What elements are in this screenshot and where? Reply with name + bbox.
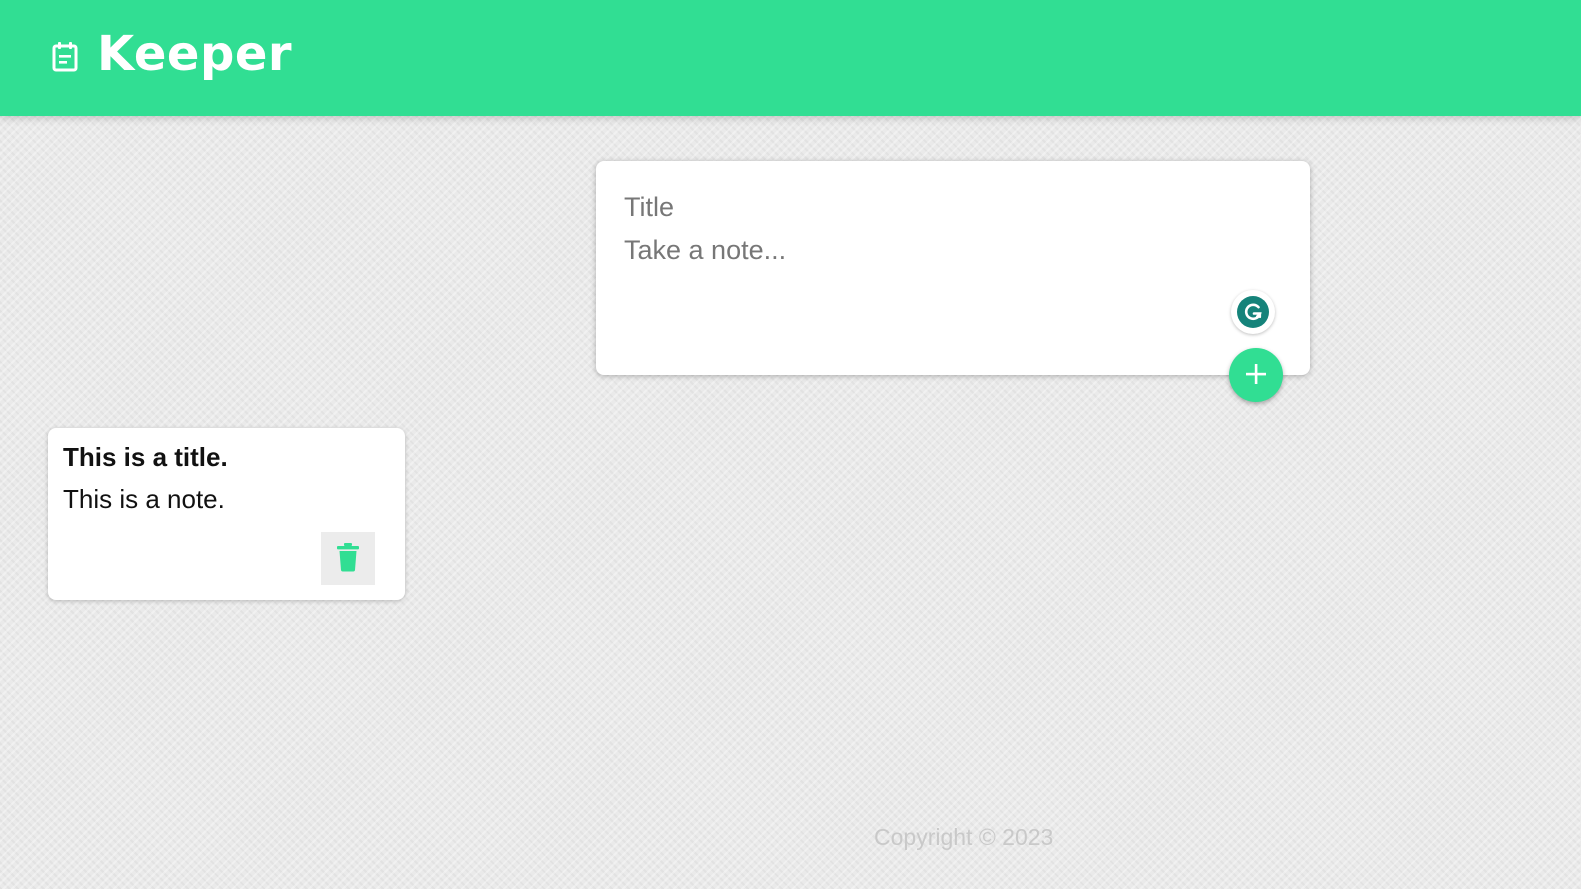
copyright-text: Copyright © 2023: [874, 824, 1054, 850]
note-card: This is a title. This is a note.: [48, 428, 405, 600]
app-title: Keeper: [97, 26, 293, 82]
app-header: Keeper: [0, 0, 1581, 116]
note-icon: [52, 40, 78, 74]
add-note-button[interactable]: [1229, 348, 1283, 402]
grammarly-button[interactable]: [1231, 290, 1275, 334]
page-footer: Copyright © 2023: [0, 820, 1581, 854]
note-content-input[interactable]: [624, 235, 1224, 279]
grammarly-icon: [1237, 296, 1269, 328]
note-title: This is a title.: [63, 442, 228, 472]
note-content: This is a note.: [63, 484, 225, 514]
create-note-form: [596, 161, 1310, 375]
note-title-input[interactable]: [624, 187, 1264, 227]
trash-icon: [336, 542, 360, 575]
plus-icon: [1243, 361, 1269, 390]
delete-note-button[interactable]: [321, 532, 375, 585]
